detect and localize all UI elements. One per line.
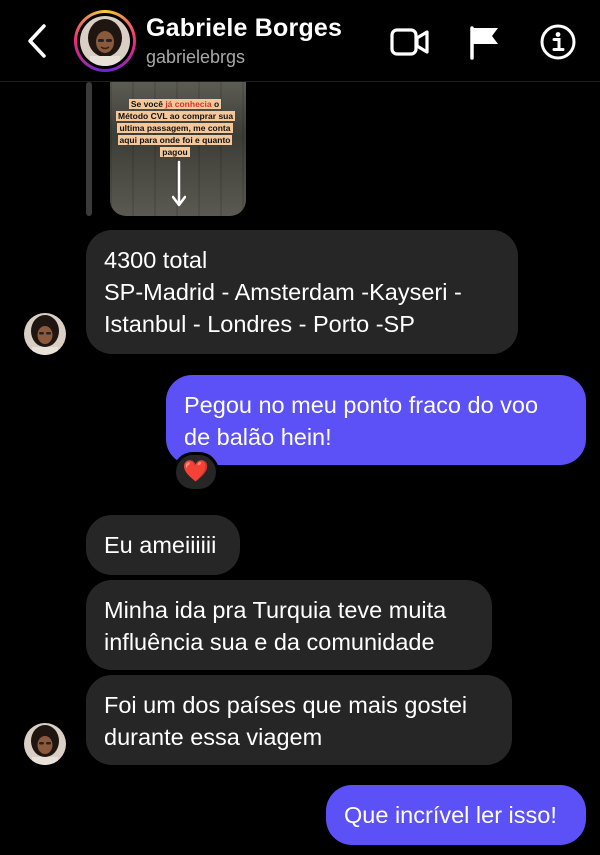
flag-icon[interactable]: [466, 22, 506, 62]
message-text-line: 4300 total: [104, 247, 208, 273]
message-bubble-incoming[interactable]: 4300 total SP-Madrid - Amsterdam -Kayser…: [86, 230, 518, 354]
story-caption-part1: Se você: [130, 99, 166, 109]
message-bubble-outgoing[interactable]: Que incrível ler isso!: [326, 785, 586, 845]
contact-name[interactable]: Gabriele Borges: [146, 14, 342, 43]
message-text-line: durante essa viagem: [104, 724, 323, 750]
message-text-line: Istanbul - Londres - Porto -SP: [104, 311, 415, 337]
message-text-line: Eu ameiiiiii: [104, 532, 217, 558]
back-arrow-icon[interactable]: [22, 22, 52, 60]
message-bubble-incoming[interactable]: Minha ida pra Turquia teve muita influên…: [86, 580, 492, 670]
heart-icon: ❤️: [182, 460, 210, 483]
sender-avatar[interactable]: [24, 313, 66, 355]
avatar-image: [80, 16, 130, 66]
message-text-line: Foi um dos países que mais gostei: [104, 692, 468, 718]
info-icon[interactable]: [538, 22, 578, 62]
message-bubble-incoming[interactable]: Eu ameiiiiii: [86, 515, 240, 575]
sender-avatar[interactable]: [24, 723, 66, 765]
video-call-icon[interactable]: [390, 22, 430, 62]
message-text-line: SP-Madrid - Amsterdam -Kayseri -: [104, 279, 462, 305]
message-bubble-outgoing[interactable]: Pegou no meu ponto fraco do voo de balão…: [166, 375, 586, 465]
story-caption-highlight: já conhecia: [165, 99, 212, 109]
message-text-line: Pegou no meu ponto fraco do voo: [184, 392, 539, 418]
message-bubble-incoming[interactable]: Foi um dos países que mais gostei durant…: [86, 675, 512, 765]
shared-story-preview[interactable]: Se você já conhecia o Método CVL ao comp…: [110, 82, 246, 216]
message-text-line: influência sua e da comunidade: [104, 629, 435, 655]
chat-header: Gabriele Borges gabrielebrgs: [0, 0, 600, 82]
down-arrow-icon: [172, 160, 186, 207]
story-caption: Se você já conhecia o Método CVL ao comp…: [116, 98, 236, 158]
message-text-line: Que incrível ler isso!: [344, 802, 557, 828]
story-reply-bar: [86, 82, 92, 216]
heart-reaction[interactable]: ❤️: [173, 452, 219, 492]
message-text-line: Minha ida pra Turquia teve muita: [104, 597, 447, 623]
message-text-line: de balão hein!: [184, 424, 332, 450]
profile-avatar[interactable]: [74, 10, 136, 72]
contact-username: gabrielebrgs: [146, 47, 246, 67]
